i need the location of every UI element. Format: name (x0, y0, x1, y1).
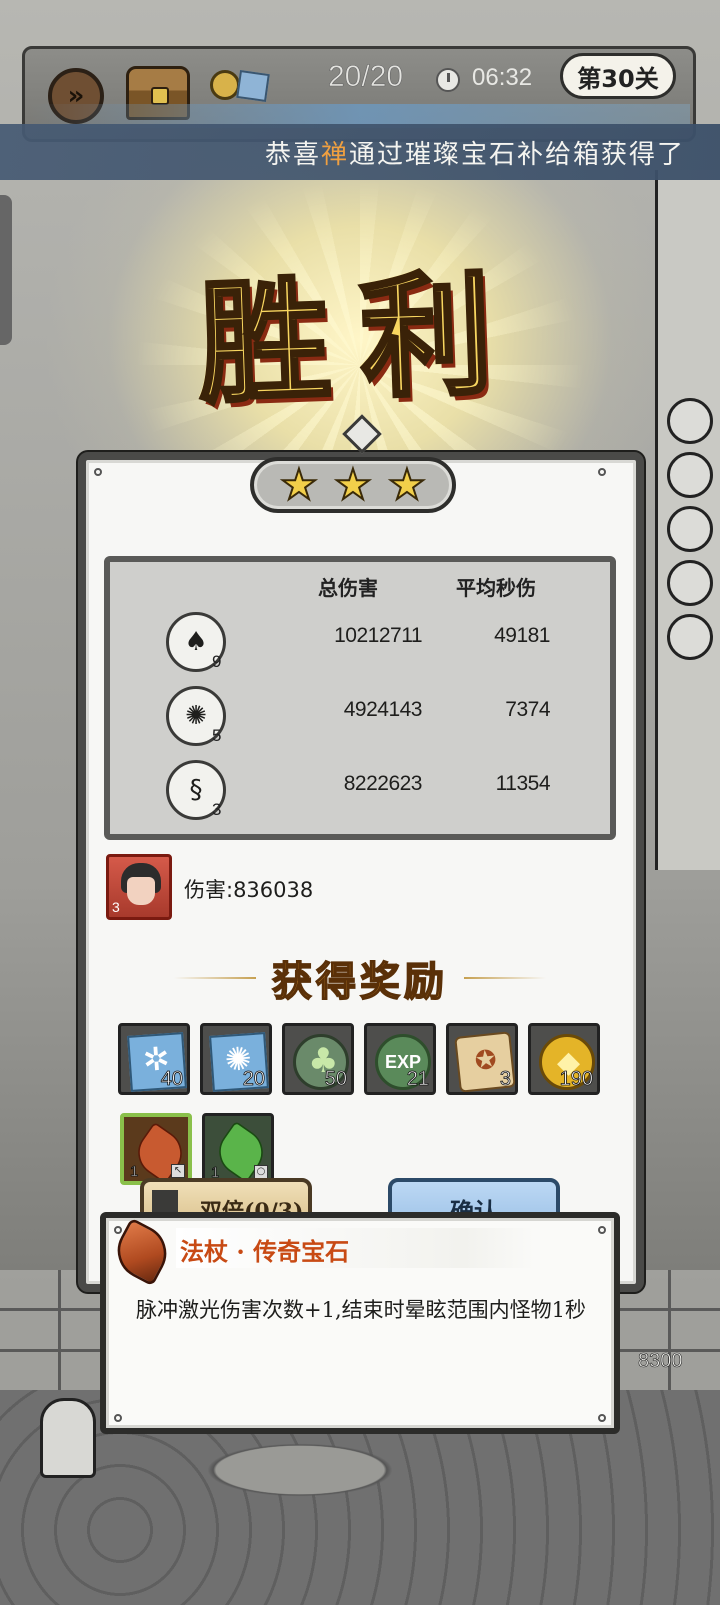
rewards-title: 获得奖励 (160, 948, 560, 1008)
panel-corner-ornament (598, 468, 606, 476)
panel-crest-ornament (331, 418, 389, 458)
star-icon: ★ (279, 460, 319, 509)
reward-qty: 21 (406, 1068, 429, 1091)
left-edge-tab[interactable] (0, 195, 12, 345)
reward-item[interactable]: 50 (282, 1023, 354, 1095)
tooltip-corner-ornament (114, 1226, 122, 1234)
reward-qty: 190 (559, 1068, 593, 1091)
staff-tag-icon: ↖ (171, 1164, 185, 1178)
announcement-suffix: 通过璀璨宝石补给箱获得了 (349, 140, 686, 170)
blades-glyph: ♠ (184, 627, 208, 657)
victory-title: 胜利 (194, 254, 527, 424)
reward-item[interactable]: EXP 21 (364, 1023, 436, 1095)
reward-item[interactable]: 20 (200, 1023, 272, 1095)
stage-timer: 06:32 (472, 64, 533, 91)
skill-avg-dps: 7374 (505, 698, 550, 721)
tooltip-description: 脉冲激光伤害次数+1,结束时晕眩范围内怪物1秒 (136, 1298, 586, 1322)
level-badge: 第30关 (560, 53, 676, 99)
avatar-face (127, 877, 155, 905)
title-divider (464, 977, 546, 979)
skill-avg-dps: 49181 (494, 624, 550, 647)
reward-item[interactable]: 40 (118, 1023, 190, 1095)
reward-qty: 3 (499, 1068, 511, 1091)
skill-total-damage: 4924143 (343, 698, 423, 721)
vortex-glyph: ✺ (185, 701, 207, 731)
whirlwind-glyph: § (189, 775, 203, 805)
hero-damage: 伤害:836038 (184, 878, 314, 902)
announcement-text: 恭喜禅通过璀璨宝石补给箱获得了 (265, 134, 685, 171)
tooltip-corner-ornament (598, 1226, 606, 1234)
hero-level: 3 (112, 899, 120, 915)
tooltip-corner-ornament (114, 1414, 122, 1422)
tooltip-title: 法杖 · 传奇宝石 (176, 1228, 536, 1268)
announcement-player-name: 禅 (321, 140, 350, 170)
header-total-damage: 总伤害 (318, 576, 378, 600)
star-icon: ★ (387, 460, 427, 509)
clock-icon (436, 68, 460, 92)
skill-total-damage: 8222623 (343, 772, 423, 795)
side-skill-icon (667, 398, 713, 444)
tooltip-corner-ornament (598, 1414, 606, 1422)
side-skill-icon (667, 452, 713, 498)
header-avg-dps: 平均秒伤 (456, 576, 536, 600)
announcement-prefix: 恭喜 (265, 140, 322, 170)
skill-level: 5 (212, 726, 222, 745)
rewards-title-text: 获得奖励 (271, 957, 448, 1006)
wave-counter: 20/20 (328, 60, 404, 94)
currency-icon[interactable] (210, 70, 274, 102)
reward-item[interactable]: 190 (528, 1023, 600, 1095)
skill-total-damage: 10212711 (334, 624, 422, 647)
side-skill-icon (667, 560, 713, 606)
reward-gem[interactable]: 1 ○ (202, 1113, 274, 1185)
title-divider (174, 977, 256, 979)
reward-item[interactable]: 3 (446, 1023, 518, 1095)
hero-avatar[interactable]: 3 (106, 854, 172, 920)
star-rating: ★ ★ ★ (250, 457, 456, 513)
reward-qty: 20 (242, 1068, 265, 1091)
reward-qty: 1 (130, 1163, 139, 1181)
panel-corner-ornament (94, 468, 102, 476)
announcement-banner: 恭喜禅通过璀璨宝石补给箱获得了 (0, 124, 720, 180)
side-skill-icon (667, 614, 713, 660)
side-skill-icon (667, 506, 713, 552)
skill-level: 9 (212, 652, 222, 671)
star-icon: ★ (333, 460, 373, 509)
scene-score: 8300 (638, 1350, 683, 1373)
reward-gem-selected[interactable]: 1 ↖ (120, 1113, 192, 1185)
skill-level: 3 (212, 800, 222, 819)
hero-sprite (40, 1398, 96, 1478)
reward-qty: 40 (160, 1068, 183, 1091)
ring-tag-icon: ○ (254, 1165, 268, 1179)
reward-qty: 50 (324, 1068, 347, 1091)
gem-icon (236, 70, 270, 102)
skill-avg-dps: 11354 (495, 772, 551, 795)
